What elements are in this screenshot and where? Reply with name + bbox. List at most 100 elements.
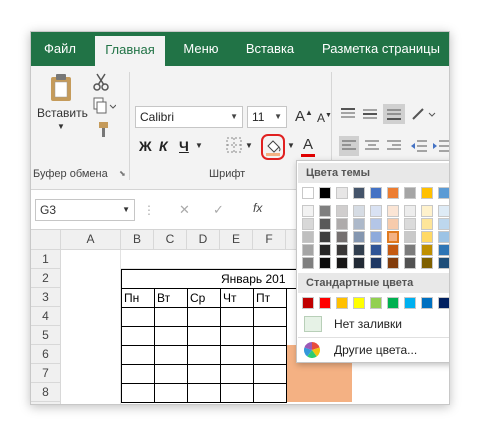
theme-shade-swatch[interactable] — [438, 257, 449, 269]
no-fill-option[interactable]: Нет заливки — [298, 312, 449, 336]
calendar-day-cell[interactable] — [121, 364, 155, 384]
align-top-button[interactable] — [339, 106, 357, 122]
row-header-6[interactable]: 6 — [31, 345, 61, 364]
theme-shade-swatch[interactable] — [438, 231, 449, 243]
standard-color-swatch[interactable] — [319, 297, 331, 309]
paste-button[interactable] — [47, 72, 75, 102]
orientation-button[interactable] — [409, 104, 439, 124]
font-name-combo[interactable]: Calibri ▼ — [135, 106, 243, 128]
enter-icon[interactable]: ✓ — [213, 202, 224, 218]
theme-color-swatch[interactable] — [302, 187, 314, 199]
format-painter-button[interactable] — [91, 120, 111, 140]
row-header-8[interactable]: 8 — [31, 383, 61, 402]
bold-button[interactable]: Ж — [139, 138, 152, 154]
tab-page-layout[interactable]: Разметка страницы — [311, 32, 449, 66]
theme-shade-swatch[interactable] — [387, 218, 399, 230]
calendar-day-cell[interactable] — [187, 345, 221, 365]
calendar-day-cell[interactable] — [220, 307, 254, 327]
align-middle-button[interactable] — [361, 106, 379, 122]
standard-color-swatch[interactable] — [404, 297, 416, 309]
theme-shade-swatch[interactable] — [421, 218, 433, 230]
theme-shade-swatch[interactable] — [353, 244, 365, 256]
row-header-5[interactable]: 5 — [31, 326, 61, 345]
theme-shade-swatch[interactable] — [353, 231, 365, 243]
theme-shade-swatch[interactable] — [438, 205, 449, 217]
theme-shade-swatch[interactable] — [370, 205, 382, 217]
calendar-day-cell[interactable] — [121, 383, 155, 403]
column-header-f[interactable]: F — [253, 230, 286, 250]
calendar-day-cell[interactable] — [187, 307, 221, 327]
column-header-a[interactable]: A — [61, 230, 121, 250]
italic-button[interactable]: К — [159, 138, 168, 154]
theme-shade-swatch[interactable] — [370, 218, 382, 230]
calendar-day-cell[interactable] — [220, 326, 254, 346]
theme-shade-swatch[interactable] — [319, 231, 331, 243]
row-header-1[interactable]: 1 — [31, 250, 61, 269]
column-a-cells[interactable] — [61, 250, 121, 404]
clipboard-launcher-icon[interactable]: ⬊ — [119, 169, 126, 178]
cancel-icon[interactable]: ✕ — [179, 202, 190, 218]
calendar-day-cell[interactable] — [187, 364, 221, 384]
formula-bar-splitter[interactable]: ⋮ — [143, 203, 155, 217]
theme-shade-swatch[interactable] — [421, 244, 433, 256]
calendar-day-cell[interactable] — [121, 307, 155, 327]
calendar-day-cell[interactable] — [154, 345, 188, 365]
calendar-day-cell[interactable] — [220, 345, 254, 365]
decrease-indent-button[interactable] — [409, 136, 429, 156]
theme-shade-swatch[interactable] — [319, 218, 331, 230]
fill-color-button[interactable] — [261, 134, 285, 160]
theme-color-swatch[interactable] — [421, 187, 433, 199]
standard-color-swatch[interactable] — [353, 297, 365, 309]
increase-indent-button[interactable] — [431, 136, 449, 156]
standard-color-swatch[interactable] — [387, 297, 399, 309]
tab-file[interactable]: Файл — [31, 32, 89, 66]
tab-home[interactable]: Главная — [95, 36, 165, 66]
theme-color-swatch[interactable] — [370, 187, 382, 199]
standard-color-swatch[interactable] — [421, 297, 433, 309]
row-header-2[interactable]: 2 — [31, 269, 61, 288]
theme-shade-swatch[interactable] — [387, 244, 399, 256]
row-header-7[interactable]: 7 — [31, 364, 61, 383]
standard-color-swatch[interactable] — [370, 297, 382, 309]
font-size-combo[interactable]: 11 ▼ — [247, 106, 287, 128]
borders-dropdown-arrow[interactable]: ▼ — [245, 141, 253, 150]
fill-color-dropdown-arrow[interactable]: ▼ — [287, 141, 295, 150]
theme-shade-swatch[interactable] — [319, 257, 331, 269]
tab-insert[interactable]: Вставка — [235, 32, 305, 66]
calendar-day-cell[interactable] — [154, 326, 188, 346]
theme-color-swatch[interactable] — [387, 187, 399, 199]
theme-shade-swatch[interactable] — [302, 205, 314, 217]
theme-shade-swatch[interactable] — [353, 205, 365, 217]
theme-shade-swatch[interactable] — [302, 218, 314, 230]
select-all-corner[interactable] — [31, 230, 61, 250]
theme-shade-swatch[interactable] — [336, 205, 348, 217]
name-box[interactable]: G3 ▼ — [35, 199, 135, 221]
paste-label[interactable]: Вставить — [37, 106, 88, 120]
theme-shade-swatch[interactable] — [421, 231, 433, 243]
theme-shade-swatch[interactable] — [336, 257, 348, 269]
row-header-4[interactable]: 4 — [31, 307, 61, 326]
theme-shade-swatch[interactable] — [404, 231, 416, 243]
theme-color-swatch[interactable] — [336, 187, 348, 199]
theme-shade-swatch[interactable] — [370, 257, 382, 269]
theme-shade-swatch[interactable] — [421, 257, 433, 269]
theme-shade-swatch[interactable] — [353, 218, 365, 230]
tab-menu[interactable]: Меню — [171, 32, 231, 66]
column-header-b[interactable]: B — [121, 230, 154, 250]
theme-shade-swatch[interactable] — [319, 205, 331, 217]
calendar-day-cell[interactable] — [154, 307, 188, 327]
column-header-c[interactable]: C — [154, 230, 187, 250]
theme-color-swatch[interactable] — [438, 187, 449, 199]
theme-color-swatch[interactable] — [353, 187, 365, 199]
calendar-day-cell[interactable] — [187, 383, 221, 403]
standard-color-swatch[interactable] — [438, 297, 449, 309]
borders-button[interactable] — [225, 136, 243, 154]
calendar-day-cell[interactable] — [253, 326, 287, 346]
calendar-day-cell[interactable] — [154, 383, 188, 403]
row-header-3[interactable]: 3 — [31, 288, 61, 307]
theme-shade-swatch[interactable] — [404, 244, 416, 256]
theme-shade-swatch[interactable] — [302, 257, 314, 269]
theme-shade-swatch[interactable] — [404, 205, 416, 217]
theme-shade-swatch[interactable] — [302, 231, 314, 243]
calendar-day-cell[interactable] — [154, 364, 188, 384]
